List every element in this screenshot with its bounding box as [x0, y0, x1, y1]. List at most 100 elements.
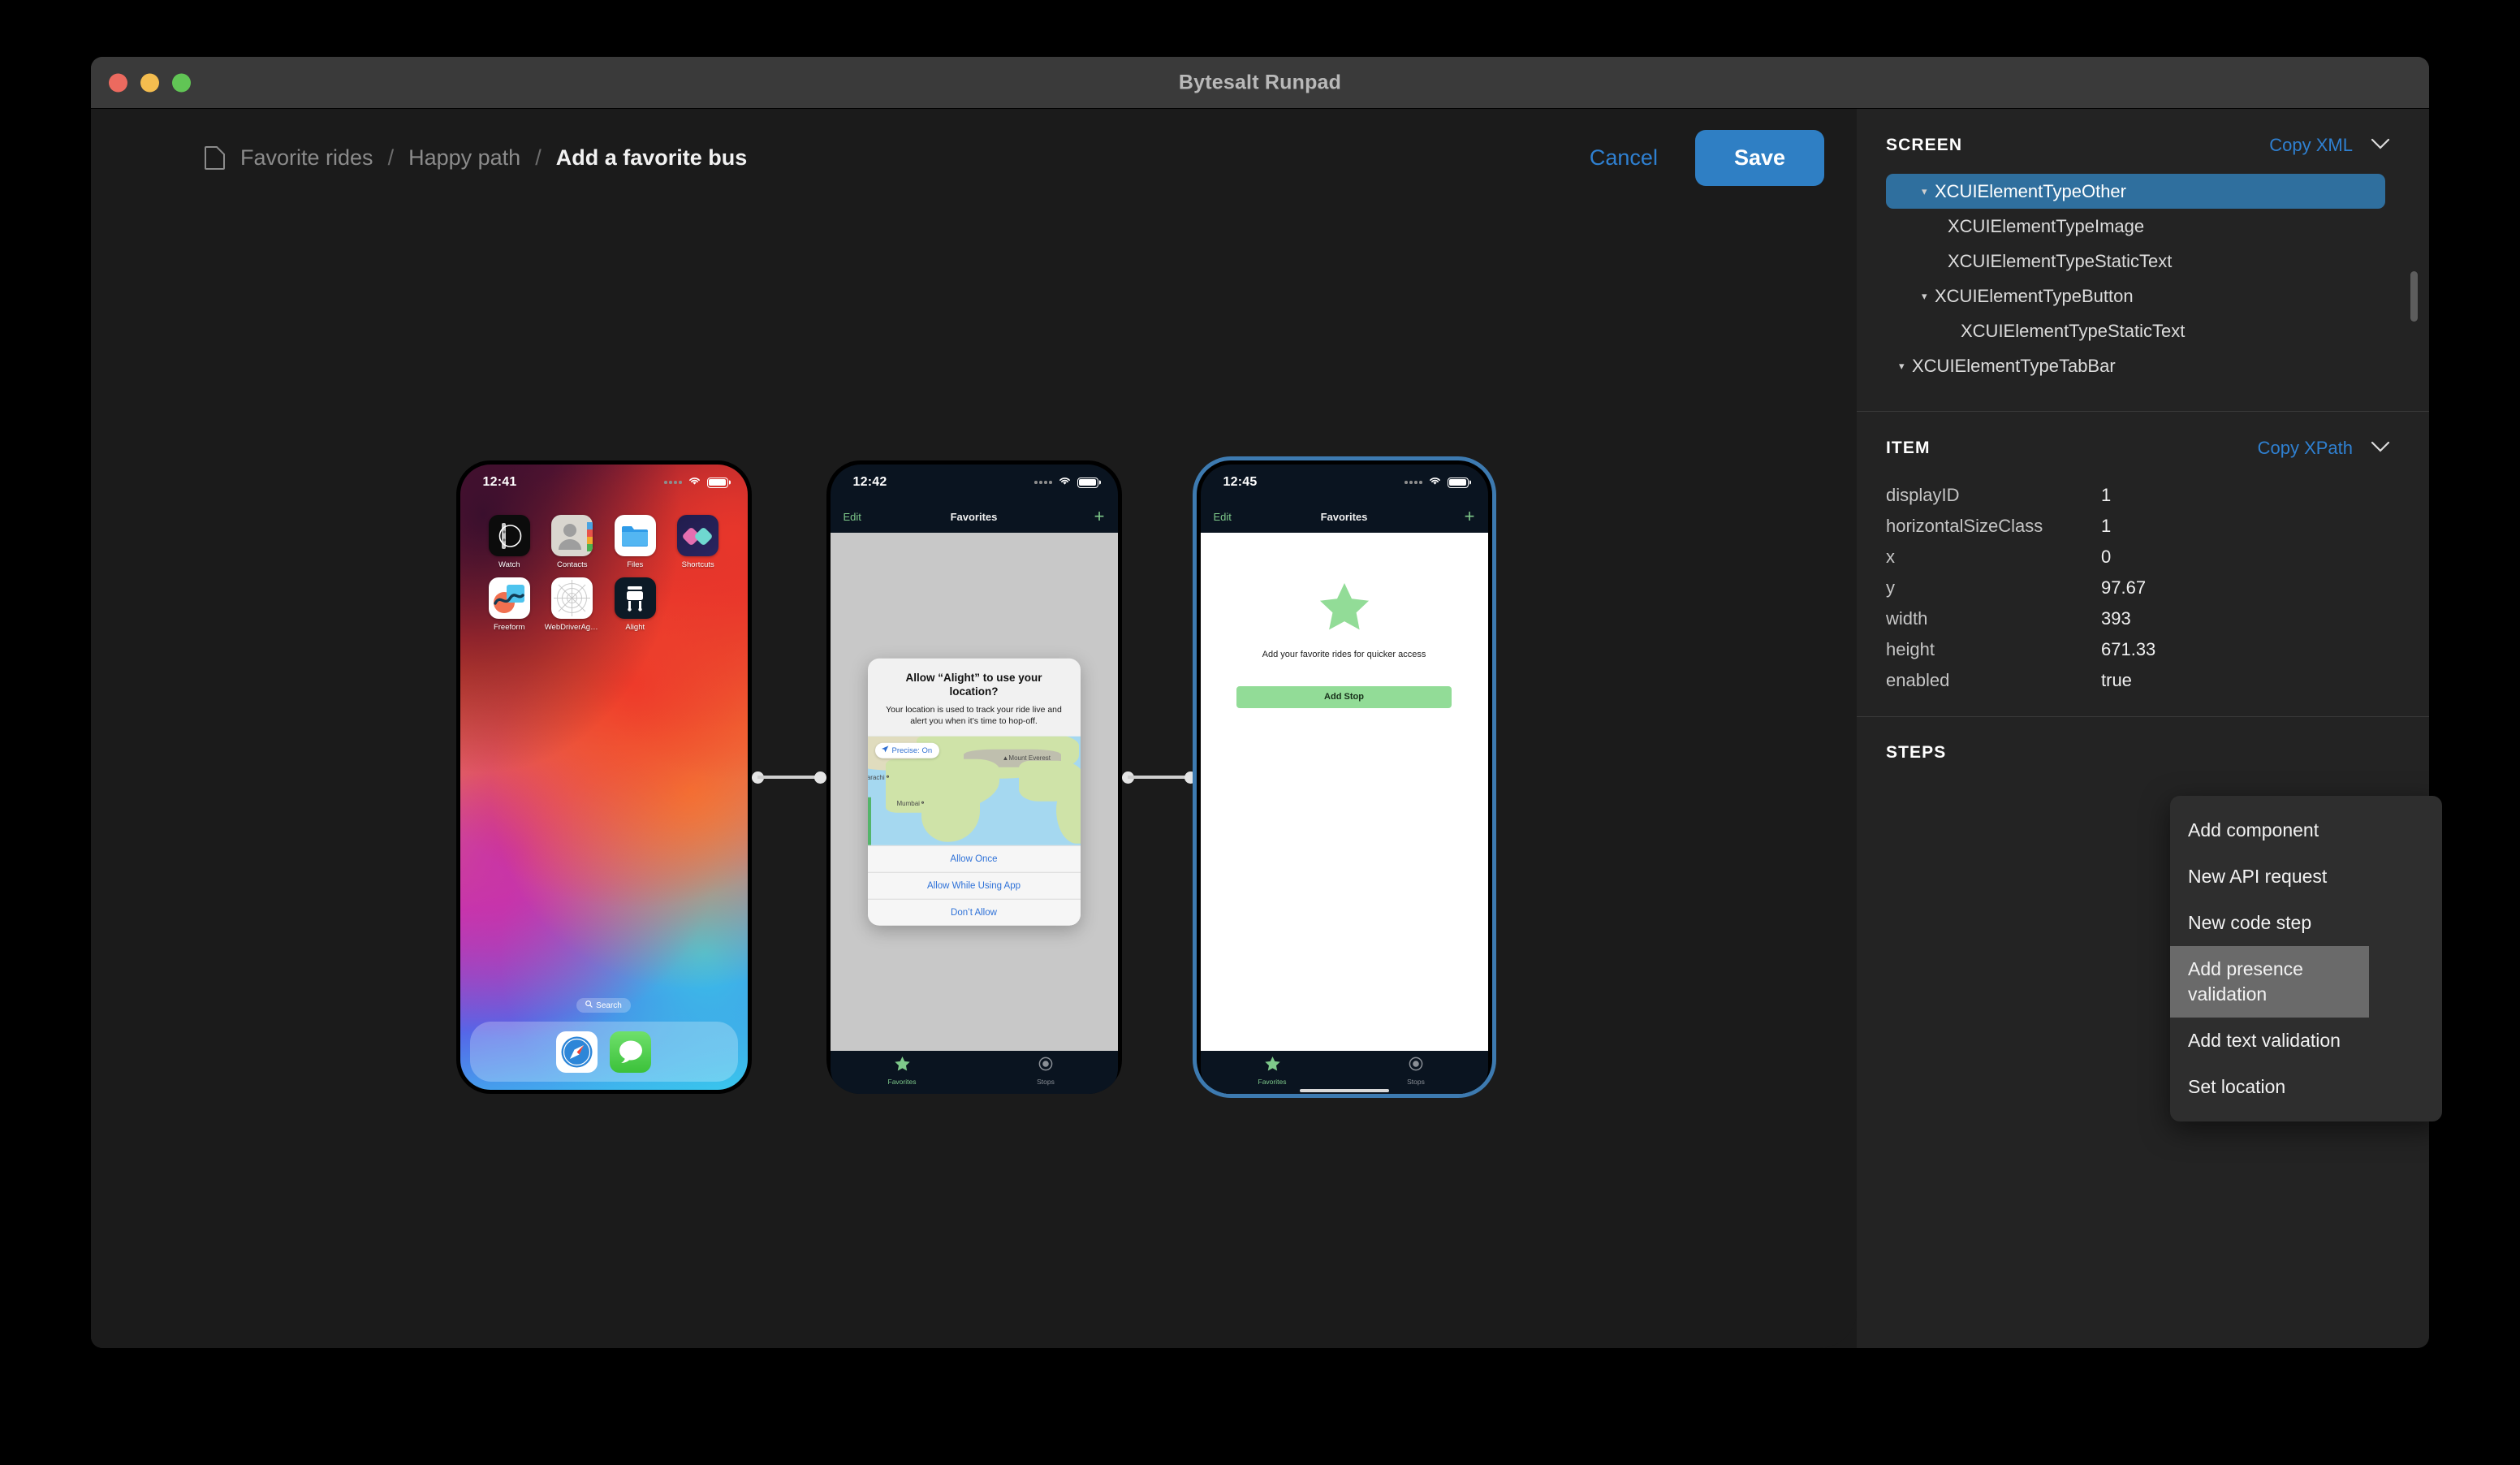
- tree-item-1[interactable]: ▾ XCUIElementTypeImage: [1886, 209, 2385, 244]
- property-row: horizontalSizeClass 1: [1886, 511, 2385, 542]
- property-key: horizontalSizeClass: [1886, 516, 2043, 536]
- freeform-icon: [488, 577, 530, 619]
- property-row: width 393: [1886, 603, 2385, 634]
- inspector-sidebar: SCREEN Copy XML ▾ XCUIElementTypeOther X…: [1857, 109, 2429, 1348]
- home-dock-area: Search: [460, 998, 748, 1090]
- property-key: enabled: [1886, 670, 1950, 690]
- menu-item-add-component[interactable]: Add component: [2170, 807, 2442, 854]
- edit-button[interactable]: Edit: [844, 511, 861, 523]
- window-body: Favorite rides / Happy path / Add a favo…: [91, 109, 2429, 1348]
- app-icon-shortcuts[interactable]: Shortcuts: [667, 515, 730, 569]
- app-label: Shortcuts: [681, 560, 714, 569]
- wifi-icon: [1428, 475, 1442, 490]
- tab-stops[interactable]: Stops: [974, 1057, 1118, 1086]
- disclosure-triangle-icon[interactable]: ▾: [1922, 290, 1935, 303]
- allow-once-button[interactable]: Allow Once: [867, 845, 1081, 872]
- phone-screen-permission[interactable]: 12:42 Edit Favorites + Allow “Alight” to…: [826, 460, 1122, 1094]
- tab-favorites[interactable]: Favorites: [831, 1057, 974, 1086]
- app-content: Allow “Alight” to use your location? You…: [830, 533, 1118, 1051]
- app-icon-webdriveragent[interactable]: WebDriverAge...: [541, 577, 604, 632]
- add-stop-button[interactable]: Add Stop: [1236, 685, 1452, 708]
- tree-scrollbar[interactable]: [2410, 271, 2418, 322]
- add-icon[interactable]: +: [1465, 508, 1475, 525]
- tree-item-3[interactable]: ▾ XCUIElementTypeButton: [1886, 279, 2385, 313]
- item-properties[interactable]: displayID 1 horizontalSizeClass 1 x 0 y …: [1857, 480, 2429, 716]
- chevron-down-icon[interactable]: [2371, 138, 2390, 153]
- signal-icon: [664, 481, 682, 484]
- ios-status-bar: 12:42: [831, 465, 1118, 500]
- property-row: height 671.33: [1886, 634, 2385, 665]
- ios-status-bar: 12:45: [1201, 465, 1488, 500]
- breadcrumb-item-1[interactable]: Happy path: [408, 145, 520, 171]
- property-key: displayID: [1886, 485, 1960, 505]
- breadcrumb-separator: /: [387, 145, 395, 170]
- property-value: 1: [2101, 516, 2112, 536]
- tab-label: Favorites: [887, 1078, 917, 1086]
- location-permission-dialog: Allow “Alight” to use your location? You…: [867, 658, 1081, 926]
- phone-screen-home[interactable]: 12:41 Watch Contacts Files Shortcuts Fre…: [455, 460, 752, 1094]
- tree-item-label: XCUIElementTypeStaticText: [1948, 250, 2173, 271]
- allow-while-using-button[interactable]: Allow While Using App: [867, 871, 1081, 899]
- copy-xpath-button[interactable]: Copy XPath: [2258, 438, 2353, 459]
- tree-item-0[interactable]: ▾ XCUIElementTypeOther: [1886, 174, 2385, 209]
- item-panel-header: ITEM Copy XPath: [1857, 412, 2429, 459]
- messages-icon[interactable]: [610, 1031, 651, 1073]
- permission-body: Your location is used to track your ride…: [886, 704, 1062, 726]
- shortcuts-icon: [677, 515, 719, 556]
- files-icon: [614, 515, 656, 556]
- map-label-everest: ▲Mount Everest: [1002, 754, 1051, 762]
- app-icon-freeform[interactable]: Freeform: [478, 577, 542, 632]
- connector-dot: [813, 771, 826, 784]
- star-icon: [1264, 1057, 1280, 1075]
- toolbar-actions: Cancel Save: [1586, 129, 1824, 186]
- element-tree[interactable]: ▾ XCUIElementTypeOther ▾ XCUIElementType…: [1857, 174, 2429, 411]
- tree-item-4[interactable]: ▾ XCUIElementTypeStaticText: [1886, 313, 2385, 348]
- tree-item-2[interactable]: ▾ XCUIElementTypeStaticText: [1886, 244, 2385, 279]
- map-label-mumbai: Mumbai: [897, 799, 924, 806]
- permission-map[interactable]: Precise: On Karachi Mumbai ▲Mount Everes…: [867, 736, 1081, 845]
- app-icon-watch[interactable]: Watch: [478, 515, 542, 569]
- menu-item-add-text-validation[interactable]: Add text validation: [2170, 1018, 2442, 1064]
- save-button[interactable]: Save: [1694, 129, 1824, 186]
- status-time: 12:45: [1223, 475, 1258, 489]
- app-icon-files[interactable]: Files: [604, 515, 667, 569]
- property-value: 671.33: [2101, 639, 2156, 659]
- edit-button[interactable]: Edit: [1214, 511, 1232, 523]
- app-icon-alight[interactable]: Alight: [604, 577, 667, 632]
- circle-dot-icon: [1409, 1057, 1423, 1075]
- app-label: Watch: [498, 560, 520, 569]
- app-label: Freeform: [493, 623, 525, 632]
- nav-title: Favorites: [1320, 510, 1368, 523]
- home-dock: [469, 1022, 738, 1082]
- flow-connector: [1121, 771, 1197, 784]
- flow-canvas[interactable]: 12:41 Watch Contacts Files Shortcuts Fre…: [91, 206, 1857, 1348]
- menu-item-new-code-step[interactable]: New code step: [2170, 900, 2442, 946]
- disclosure-triangle-icon[interactable]: ▾: [1899, 360, 1912, 373]
- dont-allow-button[interactable]: Don’t Allow: [867, 898, 1081, 926]
- property-value: 1: [2101, 485, 2112, 505]
- menu-item-new-api-request[interactable]: New API request: [2170, 854, 2442, 900]
- tree-item-label: XCUIElementTypeStaticText: [1961, 320, 2186, 341]
- menu-item-set-location[interactable]: Set location: [2170, 1064, 2442, 1110]
- item-panel-title: ITEM: [1886, 439, 1931, 457]
- search-pill[interactable]: Search: [576, 998, 631, 1013]
- empty-state-text: Add your favorite rides for quicker acce…: [1262, 650, 1426, 659]
- app-icon-contacts[interactable]: Contacts: [541, 515, 604, 569]
- editor-toolbar: Favorite rides / Happy path / Add a favo…: [91, 109, 1857, 206]
- chevron-down-icon[interactable]: [2371, 441, 2390, 456]
- phone-screen-favorites-empty[interactable]: 12:45 Edit Favorites + Add your favorite…: [1196, 460, 1492, 1094]
- menu-item-add-presence-validation[interactable]: Add presence validation: [2170, 946, 2369, 1018]
- add-icon[interactable]: +: [1094, 508, 1105, 525]
- copy-xml-button[interactable]: Copy XML: [2269, 135, 2353, 156]
- safari-icon[interactable]: [556, 1031, 598, 1073]
- breadcrumb-item-0[interactable]: Favorite rides: [240, 145, 373, 171]
- breadcrumb-item-2[interactable]: Add a favorite bus: [556, 145, 748, 171]
- tab-favorites[interactable]: Favorites: [1201, 1057, 1344, 1086]
- cancel-button[interactable]: Cancel: [1586, 139, 1661, 177]
- tree-item-5[interactable]: ▾ XCUIElementTypeTabBar: [1886, 348, 2385, 383]
- disclosure-triangle-icon[interactable]: ▾: [1922, 185, 1935, 198]
- screen-panel-title: SCREEN: [1886, 136, 1963, 154]
- tab-stops[interactable]: Stops: [1344, 1057, 1488, 1086]
- tab-label: Stops: [1037, 1078, 1055, 1086]
- signal-icon: [1405, 481, 1422, 484]
